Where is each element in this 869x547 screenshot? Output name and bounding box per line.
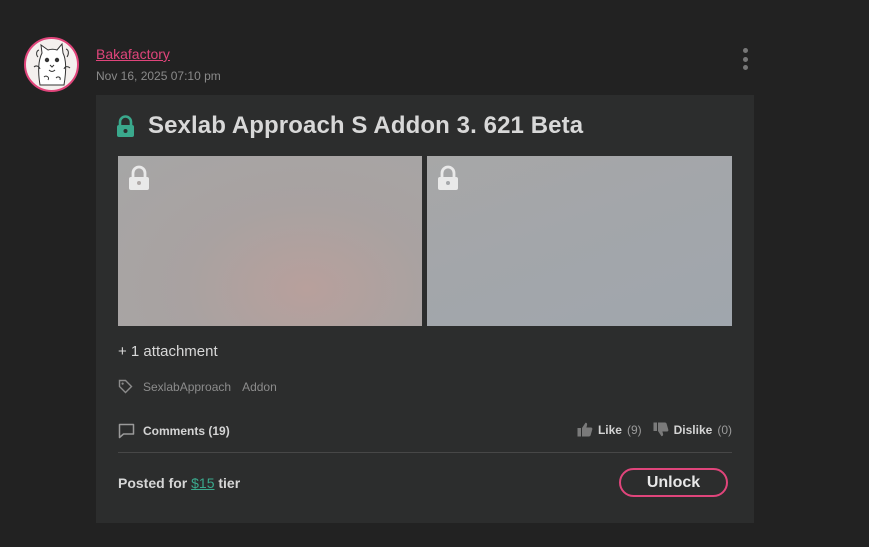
lock-icon xyxy=(117,114,134,137)
divider xyxy=(118,452,732,453)
post-title[interactable]: Sexlab Approach S Addon 3. 621 Beta xyxy=(148,112,583,140)
tag[interactable]: SexlabApproach xyxy=(143,380,231,394)
kebab-menu-icon[interactable] xyxy=(740,48,750,70)
tag-list: SexlabApproach Addon xyxy=(118,379,288,394)
post-card: Sexlab Approach S Addon 3. 621 Beta + 1 … xyxy=(96,95,754,523)
avatar[interactable] xyxy=(24,37,79,92)
locked-image-thumbnail[interactable] xyxy=(427,156,732,326)
unlock-button[interactable]: Unlock xyxy=(619,468,728,497)
tier-price-link[interactable]: $15 xyxy=(191,475,214,491)
like-label: Like xyxy=(597,422,622,437)
like-count: (9) xyxy=(626,422,642,437)
comment-icon xyxy=(118,423,135,439)
tier-info: Posted for $15 tier xyxy=(118,475,240,491)
dislike-count: (0) xyxy=(717,422,732,437)
attachment-count: + 1 attachment xyxy=(118,343,218,360)
dislike-button[interactable]: Dislike (0) xyxy=(653,422,732,437)
like-button[interactable]: Like (9) xyxy=(577,422,642,437)
comments-button[interactable]: Comments (19) xyxy=(118,423,230,439)
lock-icon xyxy=(129,165,149,190)
author-name[interactable]: Bakafactory xyxy=(96,46,170,62)
posted-suffix: tier xyxy=(214,475,241,491)
reactions: Like (9) Dislike (0) xyxy=(577,422,732,437)
thumbs-up-icon xyxy=(577,422,593,437)
thumbs-down-icon xyxy=(653,422,669,437)
title-row: Sexlab Approach S Addon 3. 621 Beta xyxy=(116,112,583,140)
avatar-cat-drawing xyxy=(33,42,71,86)
locked-image-thumbnail[interactable] xyxy=(118,156,422,326)
comments-label: Comments (19) xyxy=(143,424,230,438)
post-date: Nov 16, 2025 07:10 pm xyxy=(96,69,221,83)
tag[interactable]: Addon xyxy=(242,380,277,394)
posted-prefix: Posted for xyxy=(118,475,192,491)
dislike-label: Dislike xyxy=(673,422,713,437)
tag-icon xyxy=(118,379,133,394)
lock-icon xyxy=(438,165,458,190)
